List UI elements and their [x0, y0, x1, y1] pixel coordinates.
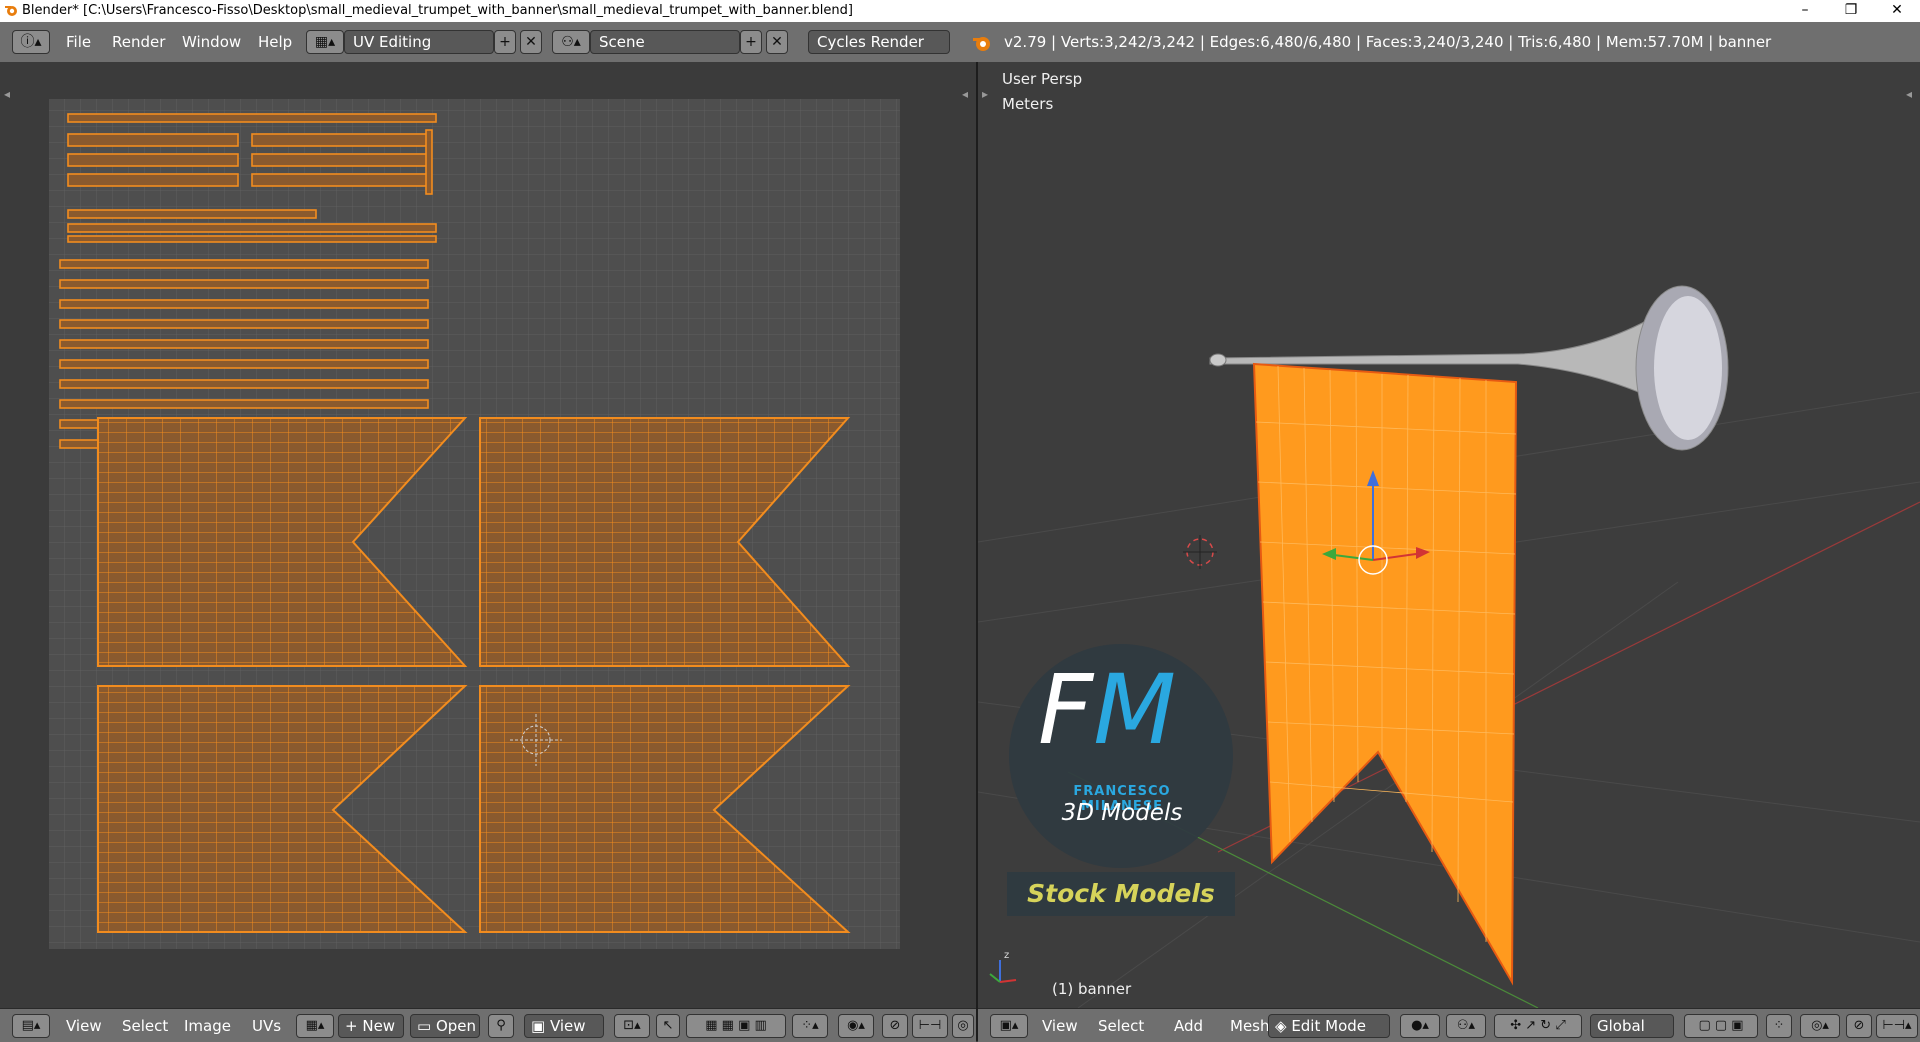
uv-extra-icon[interactable]: ◎ — [952, 1014, 974, 1038]
view-mode-icon: ▣ — [531, 1017, 550, 1035]
open-image-button[interactable]: ▭ Open — [410, 1014, 480, 1038]
snap-magnet-icon[interactable]: ⊘ — [1846, 1014, 1872, 1038]
new-image-label: New — [362, 1017, 396, 1035]
view-mode-label: View — [549, 1017, 586, 1035]
snap-target-icon[interactable]: ⊢⊣▴ — [1876, 1014, 1918, 1038]
region-expand-right-icon[interactable]: ◂ — [1906, 87, 1912, 101]
sync-select-icon[interactable]: ↖ — [656, 1014, 680, 1038]
view-mode-dropdown[interactable]: ▣ View — [524, 1014, 604, 1038]
image-browse-icon[interactable]: ▦▴ — [296, 1014, 334, 1038]
maximize-button[interactable]: ❐ — [1828, 0, 1874, 22]
window-title: Blender* [C:\Users\Francesco-Fisso\Deskt… — [22, 3, 853, 18]
plus-icon: + — [345, 1017, 363, 1035]
uv-editor-header: ▤▴ View Select Image UVs ▦▴ + New ▭ Open… — [0, 1008, 976, 1042]
pivot-point-icon[interactable]: ⚇▴ — [1446, 1014, 1486, 1038]
uv-image-editor[interactable]: ◂ ◂ — [0, 62, 976, 1008]
pin-icon[interactable]: ⚲ — [488, 1014, 514, 1038]
region-expand-left-icon[interactable]: ◂ — [4, 87, 10, 101]
vp-menu-view[interactable]: View — [1038, 1014, 1082, 1038]
proportional-edit-icon[interactable]: ◉▴ — [838, 1014, 874, 1038]
sticky-mode-icon[interactable]: ⁘▴ — [792, 1014, 828, 1038]
scene-field[interactable]: Scene — [590, 30, 740, 54]
menu-file[interactable]: File — [60, 30, 97, 54]
watermark-stock-label: Stock Models — [1007, 872, 1235, 916]
scene-statistics: v2.79 | Verts:3,242/3,242 | Edges:6,480/… — [1004, 33, 1772, 51]
uv-menu-uvs[interactable]: UVs — [248, 1014, 285, 1038]
banner-mesh — [1252, 362, 1518, 986]
3d-cursor-icon — [1183, 535, 1217, 569]
folder-icon: ▭ — [417, 1017, 436, 1035]
edit-mode-icon: ◈ — [1275, 1017, 1292, 1035]
blender-logo-icon — [973, 37, 990, 51]
screen-layout-field[interactable]: UV Editing — [344, 30, 494, 54]
screen-layout-icon[interactable]: ▦▴ — [306, 30, 344, 54]
add-scene-plus-icon[interactable]: + — [740, 30, 762, 54]
units-label: Meters — [1002, 95, 1054, 113]
shading-icon[interactable]: ●▴ — [1400, 1014, 1440, 1038]
scene-icon[interactable]: ⚇▴ — [552, 30, 590, 54]
occlude-geometry-icon[interactable]: ⁘ — [1766, 1014, 1792, 1038]
mode-dropdown[interactable]: ◈ Edit Mode — [1268, 1014, 1390, 1038]
snap-element-icon[interactable]: ⊢⊣ — [912, 1014, 948, 1038]
3d-viewport[interactable]: z ▸ ◂ User Persp Meters (1) banner FM FR… — [978, 62, 1920, 1008]
view-name-label: User Persp — [1002, 70, 1083, 88]
remove-layout-x-icon[interactable]: ✕ — [520, 30, 542, 54]
menu-window[interactable]: Window — [176, 30, 247, 54]
window-title-bar: Blender* [C:\Users\Francesco-Fisso\Deskt… — [0, 0, 1920, 22]
add-layout-plus-icon[interactable]: + — [494, 30, 516, 54]
region-expand-left-icon[interactable]: ▸ — [982, 87, 988, 101]
select-mode-icons-3d[interactable]: ▢ ▢ ▣ — [1684, 1014, 1758, 1038]
minimize-button[interactable]: – — [1782, 0, 1828, 22]
region-expand-right-icon[interactable]: ◂ — [962, 87, 968, 101]
render-engine-dropdown[interactable]: Cycles Render — [808, 30, 950, 54]
active-object-label: (1) banner — [1052, 980, 1132, 998]
select-mode-icons[interactable]: ▦ ▦ ▣ ▥ — [686, 1014, 786, 1038]
axis-orientation-icon: z — [989, 950, 1017, 983]
open-image-label: Open — [435, 1017, 477, 1035]
manipulator-icons[interactable]: ✣ ↗ ↻ ⤢ — [1494, 1014, 1582, 1038]
editor-type-info-icon[interactable]: ⓘ▴ — [12, 30, 50, 54]
uv-menu-view[interactable]: View — [62, 1014, 106, 1038]
editor-type-3d-icon[interactable]: ▣▴ — [990, 1014, 1028, 1038]
viewport-header: ▣▴ View Select Add Mesh ◈ Edit Mode ●▴ ⚇… — [978, 1008, 1920, 1042]
orientation-dropdown[interactable]: Global — [1590, 1014, 1674, 1038]
vp-menu-add[interactable]: Add — [1170, 1014, 1207, 1038]
menu-render[interactable]: Render — [106, 30, 171, 54]
remove-scene-x-icon[interactable]: ✕ — [766, 30, 788, 54]
svg-text:z: z — [1004, 950, 1009, 961]
vp-menu-mesh[interactable]: Mesh — [1226, 1014, 1274, 1038]
uv-menu-select[interactable]: Select — [118, 1014, 172, 1038]
mode-label: Edit Mode — [1291, 1017, 1366, 1035]
new-image-button[interactable]: + New — [338, 1014, 404, 1038]
snap-icon[interactable]: ⊘ — [882, 1014, 908, 1038]
editor-type-image-icon[interactable]: ▤▴ — [12, 1014, 50, 1038]
watermark-monogram: FM — [1038, 654, 1177, 766]
pivot-icon[interactable]: ⊡▴ — [614, 1014, 650, 1038]
menu-help[interactable]: Help — [252, 30, 298, 54]
blender-logo-icon — [5, 6, 17, 16]
watermark-tagline: 3D Models — [1061, 800, 1183, 826]
proportional-editing-icon[interactable]: ◎▴ — [1800, 1014, 1840, 1038]
close-button[interactable]: ✕ — [1874, 0, 1920, 22]
uv-menu-image[interactable]: Image — [180, 1014, 235, 1038]
vp-menu-select[interactable]: Select — [1094, 1014, 1148, 1038]
info-header: ⓘ▴ File Render Window Help ▦▴ UV Editing… — [0, 22, 1920, 63]
